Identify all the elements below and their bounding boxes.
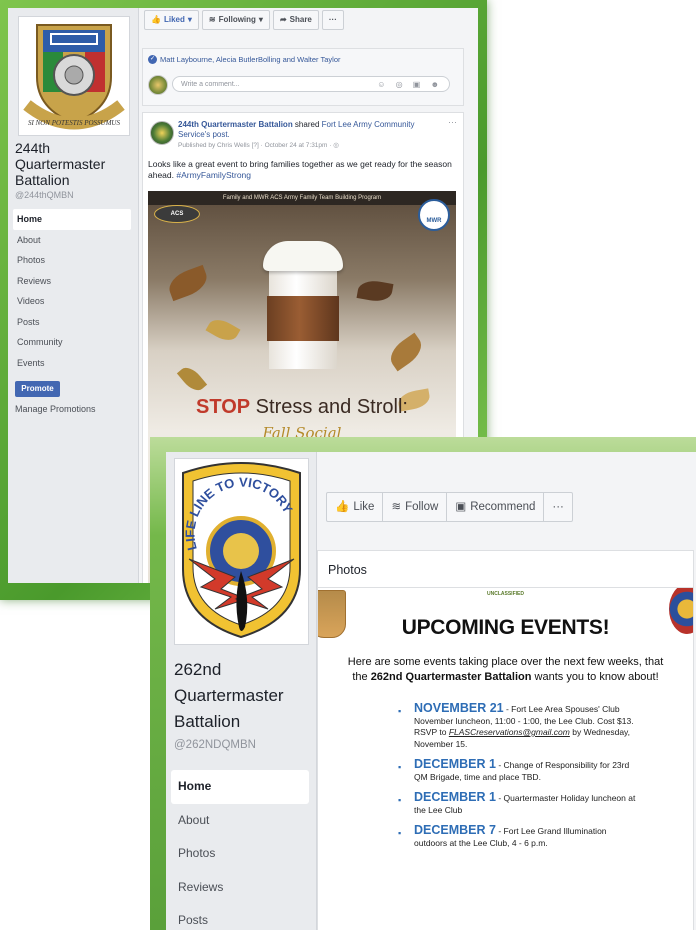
- nav-item-home[interactable]: Home: [13, 209, 131, 230]
- nav-item-events[interactable]: Events: [13, 353, 131, 374]
- chevron-down-icon: ▾: [187, 15, 192, 24]
- post-text: Looks like a great event to bring famili…: [148, 159, 452, 180]
- manage-promotions-link[interactable]: Manage Promotions: [15, 404, 96, 414]
- flyer-headline: STOP Stress and Stroll:: [196, 396, 408, 418]
- unit-crest-logo: SI NON POTESTIS POSSUMUS: [23, 24, 125, 130]
- rss-icon: ≋: [391, 501, 402, 513]
- nav-item-community[interactable]: Community: [13, 332, 131, 353]
- page-nav: Home About Photos Reviews Videos Posts C…: [13, 209, 131, 373]
- nav-item-about[interactable]: About: [171, 804, 309, 838]
- page-sidebar: LIFE LINE TO VICTORY 262nd Quartermaster…: [166, 452, 314, 930]
- post-meta: Published by Chris Wells [?] · October 2…: [178, 142, 339, 149]
- events-list: NOVEMBER 21 - Fort Lee Area Spouses' Clu…: [398, 702, 638, 858]
- nav-item-photos[interactable]: Photos: [171, 837, 309, 871]
- rsvp-email: FLASCreservations@gmail.com: [448, 727, 570, 737]
- comment-attach-icons[interactable]: ☺ ◎ ▣ ☻: [377, 77, 443, 93]
- photos-card: Photos UNCLASSIFIED UPCOMING EVENTS! Her…: [317, 550, 694, 930]
- following-button[interactable]: ≋ Following ▾: [201, 10, 270, 30]
- page-sidebar: SI NON POTESTIS POSSUMUS 244th Quarterma…: [8, 8, 138, 583]
- more-options-button[interactable]: ···: [544, 493, 572, 521]
- page-nav: Home About Photos Reviews Posts: [171, 770, 309, 930]
- page-profile-picture[interactable]: LIFE LINE TO VICTORY: [174, 458, 309, 645]
- thumbs-up-icon: 👍: [335, 501, 350, 513]
- events-title: UPCOMING EVENTS!: [401, 616, 610, 639]
- share-button[interactable]: ➦ Share: [272, 10, 319, 30]
- event-item: DECEMBER 1 - Quartermaster Holiday lunch…: [398, 791, 638, 816]
- event-item: DECEMBER 7 - Fort Lee Grand Illumination…: [398, 824, 638, 849]
- nav-item-videos[interactable]: Videos: [13, 291, 131, 312]
- rss-icon: ≋: [208, 15, 216, 24]
- page-profile-picture[interactable]: SI NON POTESTIS POSSUMUS: [18, 16, 130, 136]
- nav-item-about[interactable]: About: [13, 230, 131, 251]
- thumbs-up-icon: 👍: [151, 15, 161, 24]
- post-author-link[interactable]: 244th Quartermaster Battalion: [178, 120, 293, 129]
- acs-logo: ACS: [154, 205, 200, 223]
- chevron-down-icon: ▾: [258, 15, 263, 24]
- nav-item-posts[interactable]: Posts: [171, 904, 309, 930]
- mwr-logo: MWR: [418, 199, 450, 231]
- previous-post-footer: ✓ Matt Laybourne, Alecia ButlerBolling a…: [142, 48, 464, 106]
- post-header: 244th Quartermaster Battalion shared For…: [178, 120, 415, 139]
- autumn-leaf: [176, 363, 208, 395]
- author-avatar[interactable]: [150, 121, 174, 145]
- promote-button[interactable]: Promote: [15, 381, 60, 397]
- nav-item-photos[interactable]: Photos: [13, 250, 131, 271]
- page-handle[interactable]: @244thQMBN: [15, 190, 74, 200]
- coffee-cup-illustration: [263, 241, 343, 371]
- event-item: NOVEMBER 21 - Fort Lee Area Spouses' Clu…: [398, 702, 638, 750]
- nav-item-reviews[interactable]: Reviews: [13, 271, 131, 292]
- like-reaction-icon: ✓: [148, 55, 157, 64]
- facebook-page-262nd: LIFE LINE TO VICTORY 262nd Quartermaster…: [166, 452, 696, 930]
- post-action-bar: 👍 Liked ▾ ≋ Following ▾ ➦ Share ···: [144, 10, 344, 30]
- autumn-leaf: [205, 314, 241, 346]
- speech-bubble-icon: ▣: [455, 501, 467, 513]
- follow-button[interactable]: ≋ Follow: [383, 493, 448, 521]
- page-action-bar: 👍 Like ≋ Follow ▣ Recommend ···: [326, 492, 573, 522]
- nav-item-posts[interactable]: Posts: [13, 312, 131, 333]
- autumn-leaf: [165, 264, 211, 302]
- hashtag-link[interactable]: #ArmyFamilyStrong: [176, 170, 251, 180]
- liked-button[interactable]: 👍 Liked ▾: [144, 10, 199, 30]
- commenter-avatar: [148, 75, 168, 95]
- event-item: DECEMBER 1 - Change of Responsibility fo…: [398, 758, 638, 783]
- comment-input[interactable]: Write a comment... ☺ ◎ ▣ ☻: [172, 76, 450, 92]
- page-main-column: 👍 Like ≋ Follow ▣ Recommend ··· Photos UNCL…: [316, 452, 696, 930]
- classification-marking: UNCLASSIFIED: [487, 591, 524, 597]
- autumn-leaf: [384, 332, 428, 372]
- page-handle[interactable]: @262NDQMBN: [174, 739, 256, 751]
- recommend-button[interactable]: ▣ Recommend: [447, 493, 545, 521]
- nav-item-home[interactable]: Home: [171, 770, 309, 804]
- page-title: 262nd Quartermaster Battalion: [174, 660, 284, 731]
- flyer-top-line: Family and MWR ACS Army Family Team Buil…: [148, 191, 456, 205]
- unit-crest-logo: LIFE LINE TO VICTORY: [182, 462, 301, 639]
- autumn-leaf: [356, 278, 394, 304]
- events-intro: Here are some events taking place over t…: [347, 656, 664, 683]
- likers-summary[interactable]: ✓ Matt Laybourne, Alecia ButlerBolling a…: [148, 55, 341, 64]
- post-options-icon[interactable]: ···: [448, 117, 457, 127]
- upcoming-events-photo[interactable]: UNCLASSIFIED UPCOMING EVENTS! Here are s…: [318, 588, 693, 930]
- crest-motto: SI NON POTESTIS POSSUMUS: [28, 119, 120, 127]
- nav-item-reviews[interactable]: Reviews: [171, 871, 309, 905]
- share-arrow-icon: ➦: [279, 15, 287, 24]
- photos-section-title[interactable]: Photos: [328, 563, 367, 577]
- like-button[interactable]: 👍 Like: [327, 493, 384, 521]
- page-title: 244th Quartermaster Battalion: [15, 140, 106, 188]
- more-options-button[interactable]: ···: [321, 10, 344, 30]
